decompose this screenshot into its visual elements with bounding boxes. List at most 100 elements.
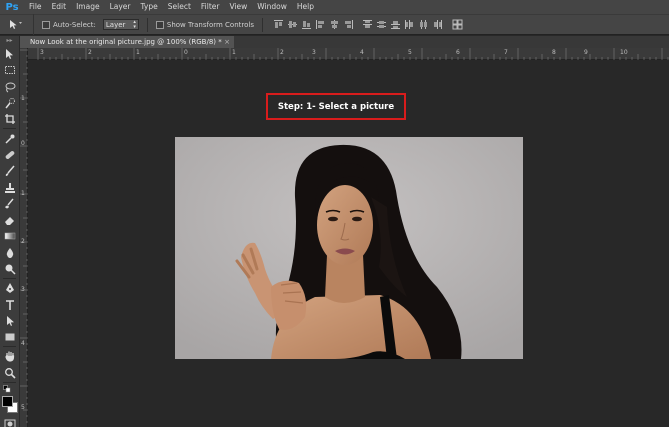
blur-tool[interactable] <box>0 245 20 261</box>
ruler-label: 2 <box>280 49 284 56</box>
document-image[interactable] <box>175 137 523 359</box>
align-left-icon[interactable] <box>315 19 326 30</box>
ruler-label: 7 <box>504 49 508 56</box>
align-top-icon[interactable] <box>273 19 284 30</box>
ruler-label: 1 <box>136 49 140 56</box>
eraser-icon <box>5 217 14 226</box>
shape-tool[interactable] <box>0 329 20 345</box>
clone-stamp-tool[interactable] <box>0 179 20 195</box>
ruler-label: 1 <box>21 190 25 197</box>
align-right-icon[interactable] <box>343 19 354 30</box>
align-horizontal-center-icon[interactable] <box>329 19 340 30</box>
pen-icon <box>6 283 14 294</box>
tool-preset-picker[interactable] <box>0 14 34 35</box>
auto-select-value: Layer <box>105 20 126 29</box>
distribute-vertical-center-icon[interactable] <box>376 19 387 30</box>
tools-divider <box>3 346 16 348</box>
ruler-label: 5 <box>408 49 412 56</box>
quick-mask-button[interactable] <box>0 416 20 427</box>
ruler-label: 1 <box>21 95 25 102</box>
dodge-icon <box>5 264 16 275</box>
brush-tool[interactable] <box>0 163 20 179</box>
crop-tool[interactable] <box>0 111 20 127</box>
path-selection-tool[interactable] <box>0 313 20 329</box>
tools-panel: ▸▸ <box>0 36 20 427</box>
menu-window[interactable]: Window <box>252 0 292 14</box>
auto-select-dropdown[interactable]: Layer ▴ ▾ <box>102 19 139 30</box>
quick-select-tool[interactable] <box>0 95 20 111</box>
distribute-top-icon[interactable] <box>362 19 373 30</box>
portrait-photo <box>175 137 523 359</box>
distribute-horizontal-center-icon[interactable] <box>418 19 429 30</box>
ruler-label: 5 <box>21 404 25 411</box>
document-tab[interactable]: Now Look at the original picture.jpg @ 1… <box>20 36 234 48</box>
show-transform-label: Show Transform Controls <box>166 20 254 29</box>
distribute-left-icon[interactable] <box>404 19 415 30</box>
gradient-tool[interactable] <box>0 228 20 244</box>
auto-select-label: Auto-Select: <box>53 20 96 29</box>
menu-layer[interactable]: Layer <box>105 0 136 14</box>
step-annotation: Step: 1- Select a picture <box>266 93 406 120</box>
default-colors-icon <box>3 385 11 393</box>
auto-align-layers-icon[interactable] <box>452 19 463 30</box>
default-colors-button[interactable] <box>0 384 20 394</box>
align-vertical-center-icon[interactable] <box>287 19 298 30</box>
eyedropper-tool[interactable] <box>0 130 20 146</box>
menu-help[interactable]: Help <box>292 0 319 14</box>
move-tool[interactable] <box>0 46 20 62</box>
options-divider <box>261 17 263 32</box>
ruler-label: 6 <box>456 49 460 56</box>
type-icon <box>6 299 14 310</box>
zoom-icon <box>5 367 16 379</box>
type-tool[interactable] <box>0 296 20 312</box>
eyedropper-icon <box>5 134 15 144</box>
ruler-label: 1 <box>232 49 236 56</box>
ruler-label: 3 <box>40 49 44 56</box>
panel-grip-icon[interactable]: ▸▸ <box>0 36 19 46</box>
distribute-right-icon[interactable] <box>432 19 443 30</box>
color-swatches[interactable] <box>0 394 20 416</box>
gradient-icon <box>4 233 16 240</box>
marquee-icon <box>5 66 15 75</box>
hand-icon <box>5 351 15 363</box>
ruler-label: 10 <box>620 49 628 56</box>
photoshop-logo: Ps <box>5 1 19 13</box>
history-brush-tool[interactable] <box>0 196 20 212</box>
healing-brush-tool[interactable] <box>0 147 20 163</box>
menu-filter[interactable]: Filter <box>196 0 225 14</box>
foreground-color-swatch[interactable] <box>2 395 13 407</box>
marquee-tool[interactable] <box>0 62 20 78</box>
eraser-tool[interactable] <box>0 212 20 228</box>
history-brush-icon <box>5 198 14 209</box>
menu-type[interactable]: Type <box>136 0 163 14</box>
zoom-tool[interactable] <box>0 365 20 381</box>
align-buttons <box>273 19 463 30</box>
menu-edit[interactable]: Edit <box>47 0 72 14</box>
rectangle-shape-icon <box>5 333 15 341</box>
show-transform-checkbox[interactable] <box>155 20 164 29</box>
tools-divider <box>3 381 16 383</box>
vertical-ruler: 1 0 1 2 3 4 5 <box>20 48 28 427</box>
pen-tool[interactable] <box>0 280 20 296</box>
close-tab-icon[interactable]: × <box>224 36 230 48</box>
blur-drop-icon <box>6 247 14 258</box>
menu-select[interactable]: Select <box>163 0 196 14</box>
menu-view[interactable]: View <box>224 0 252 14</box>
auto-select-checkbox[interactable] <box>42 20 50 29</box>
dodge-tool[interactable] <box>0 261 20 277</box>
path-select-icon <box>7 315 14 326</box>
align-bottom-icon[interactable] <box>301 19 312 30</box>
ruler-label: 2 <box>88 49 92 56</box>
menu-file[interactable]: File <box>24 0 47 14</box>
menu-image[interactable]: Image <box>71 0 105 14</box>
ruler-label: 0 <box>21 140 25 147</box>
ruler-label: 8 <box>552 49 556 56</box>
hand-tool[interactable] <box>0 348 20 364</box>
ruler-label: 4 <box>360 49 364 56</box>
quick-select-icon <box>5 98 15 109</box>
lasso-tool[interactable] <box>0 79 20 95</box>
lasso-icon <box>5 82 16 93</box>
options-divider <box>146 17 148 32</box>
move-icon <box>6 49 13 60</box>
distribute-bottom-icon[interactable] <box>390 19 401 30</box>
